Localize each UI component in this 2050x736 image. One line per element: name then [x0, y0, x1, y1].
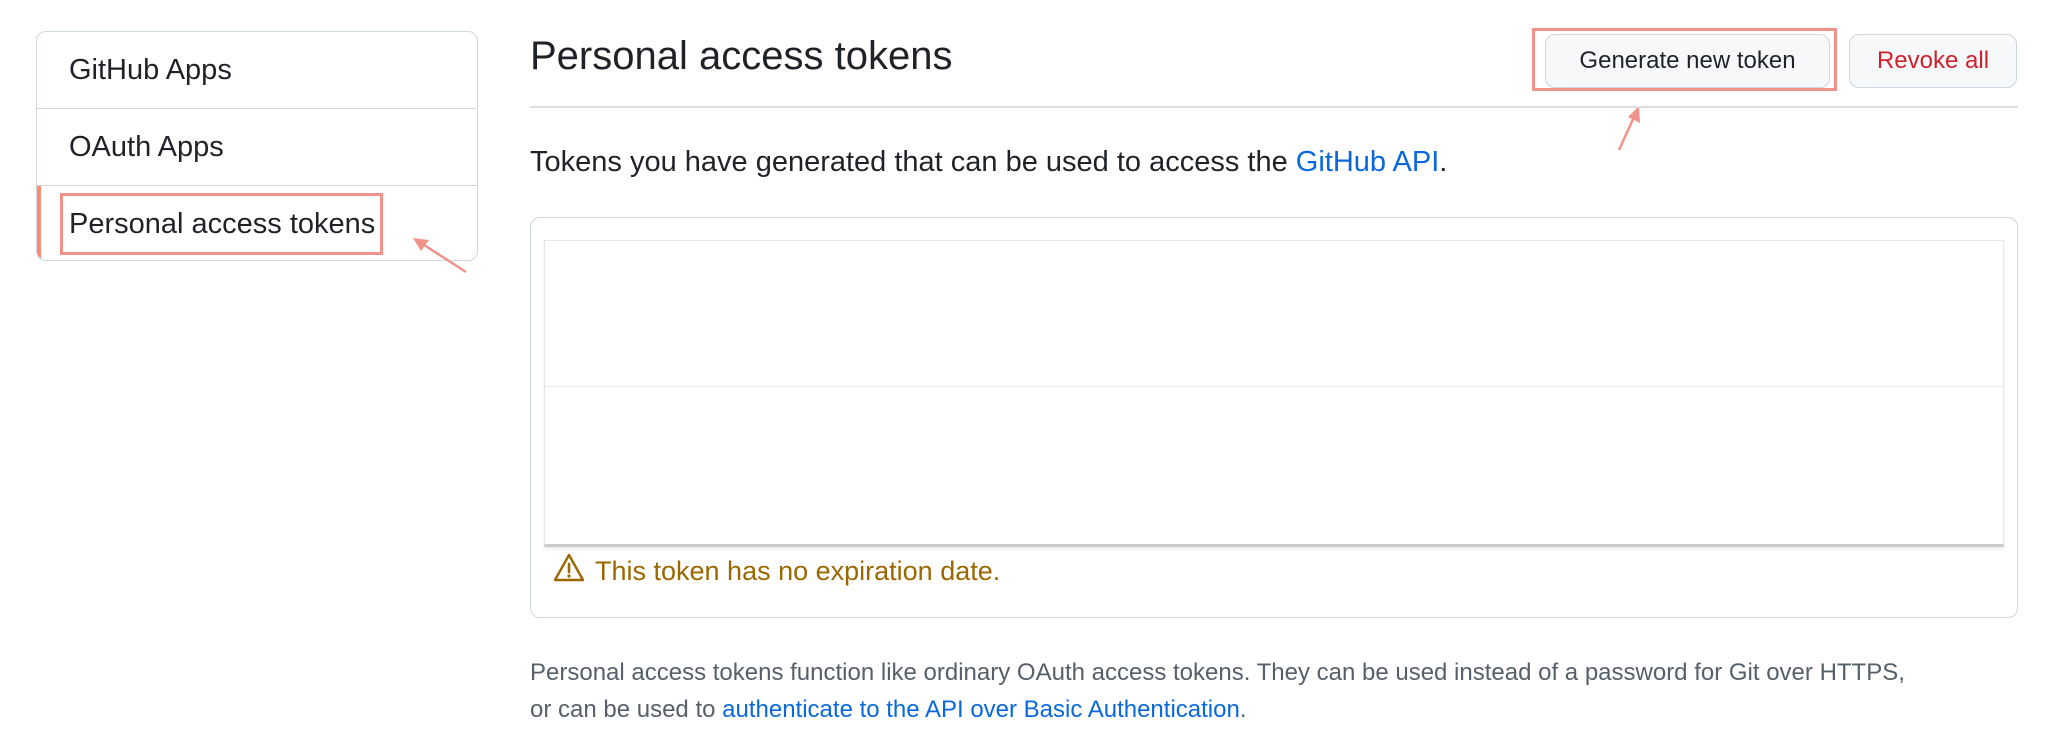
github-api-link[interactable]: GitHub API: [1296, 146, 1439, 178]
sidebar-item-personal-access-tokens[interactable]: Personal access tokens: [37, 186, 477, 260]
token-expiration-warning: This token has no expiration date.: [553, 553, 1000, 590]
sidebar-item-label: Personal access tokens: [69, 208, 376, 240]
generate-new-token-button[interactable]: Generate new token: [1545, 34, 1830, 88]
sidebar-item-label: OAuth Apps: [69, 130, 224, 163]
token-list-box: This token has no expiration date.: [530, 217, 2018, 618]
basic-auth-link[interactable]: authenticate to the API over Basic Authe…: [722, 696, 1240, 723]
footer-line-2-suffix: .: [1239, 696, 1247, 723]
footer-line-1: Personal access tokens function like ord…: [530, 659, 1905, 686]
page-title: Personal access tokens: [530, 34, 953, 78]
settings-sidebar: GitHub Apps OAuth Apps Personal access t…: [36, 31, 478, 261]
token-content-panel: [544, 240, 2004, 547]
intro-text-suffix: .: [1439, 146, 1448, 178]
sidebar-item-oauth-apps[interactable]: OAuth Apps: [37, 109, 477, 186]
footer-line-2-prefix: or can be used to: [530, 696, 723, 723]
sidebar-item-label: GitHub Apps: [69, 53, 232, 86]
warning-text: This token has no expiration date.: [595, 556, 1001, 586]
alert-triangle-icon: [553, 553, 595, 590]
token-row-divider: [545, 386, 2003, 387]
header-divider: [530, 106, 2018, 108]
revoke-all-button[interactable]: Revoke all: [1849, 34, 2017, 88]
footer-note: Personal access tokens function like ord…: [530, 654, 2030, 728]
footer-line-2: or can be used to authenticate to the AP…: [530, 691, 2030, 728]
intro-text-body: Tokens you have generated that can be us…: [530, 146, 1296, 178]
sidebar-item-github-apps[interactable]: GitHub Apps: [37, 32, 477, 109]
annotation-arrow-generate: [1617, 106, 1640, 151]
intro-text: Tokens you have generated that can be us…: [530, 146, 1447, 179]
